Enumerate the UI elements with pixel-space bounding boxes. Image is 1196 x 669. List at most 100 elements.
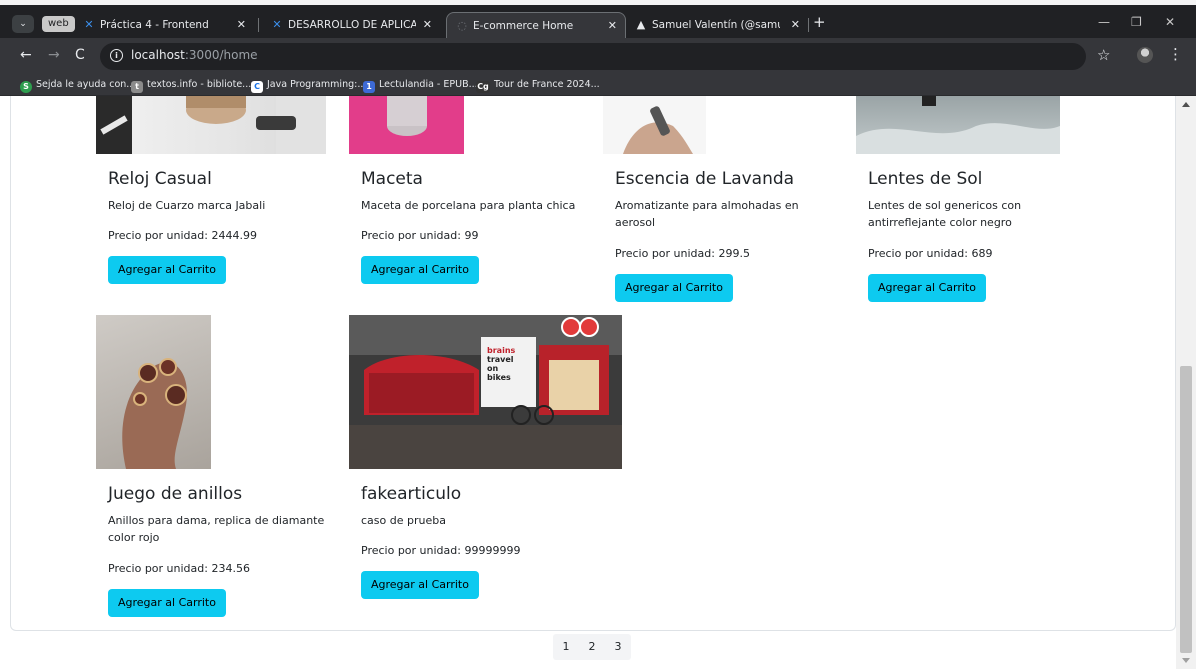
window-close-icon[interactable]: ✕ bbox=[1165, 15, 1175, 29]
product-image: brains travel on bikes bbox=[349, 315, 622, 469]
new-tab-button[interactable]: + bbox=[813, 13, 826, 31]
profile-favicon-icon: ▲ bbox=[636, 18, 646, 31]
tab-title: DESARROLLO DE APLICACIONES bbox=[288, 19, 416, 31]
product-price: Precio por unidad: 689 bbox=[868, 247, 993, 260]
page-link-2[interactable]: 2 bbox=[579, 634, 605, 660]
add-to-cart-button[interactable]: Agregar al Carrito bbox=[108, 589, 226, 617]
sejda-icon: S bbox=[20, 81, 32, 93]
forward-arrow-icon[interactable]: → bbox=[48, 47, 60, 63]
product-description: caso de prueba bbox=[361, 514, 446, 527]
java-c-icon: C bbox=[251, 81, 263, 93]
vscode-icon: ✕ bbox=[84, 18, 94, 31]
lavender-spray-image bbox=[623, 106, 693, 154]
tab-title: Samuel Valentín (@samuel_vale bbox=[652, 19, 780, 31]
add-to-cart-button[interactable]: Agregar al Carrito bbox=[361, 256, 479, 284]
address-bar[interactable]: i localhost:3000/home bbox=[100, 43, 1086, 70]
workspace-label[interactable]: web bbox=[42, 16, 75, 32]
reload-icon[interactable]: C bbox=[75, 47, 85, 63]
product-image bbox=[96, 315, 211, 469]
scrollbar-thumb[interactable] bbox=[1180, 366, 1192, 653]
bookmark-label: Sejda le ayuda con... bbox=[36, 79, 136, 90]
kebab-menu-icon[interactable]: ⋮ bbox=[1168, 45, 1183, 63]
tab-search-button[interactable]: ⌄ bbox=[12, 15, 34, 33]
product-price: Precio por unidad: 2444.99 bbox=[108, 229, 257, 242]
product-price: Precio por unidad: 299.5 bbox=[615, 247, 750, 260]
bookmark-textos[interactable]: t textos.info - bibliote... bbox=[131, 77, 251, 93]
tab-practica[interactable]: ✕ Práctica 4 - Frontend ✕ bbox=[74, 12, 254, 38]
close-icon[interactable]: ✕ bbox=[423, 12, 432, 38]
bookmark-label: Tour de France 2024... bbox=[494, 79, 600, 90]
watch-image bbox=[96, 96, 326, 154]
vertical-scrollbar[interactable] bbox=[1176, 96, 1196, 669]
minimize-icon[interactable]: — bbox=[1098, 15, 1110, 29]
bookmark-star-icon[interactable]: ☆ bbox=[1097, 46, 1110, 64]
browser-toolbar: ← → C i localhost:3000/home ☆ ⋮ bbox=[0, 38, 1196, 74]
tab-samuel-valentin[interactable]: ▲ Samuel Valentín (@samuel_vale ✕ bbox=[626, 12, 808, 38]
product-image bbox=[349, 96, 464, 154]
bookmark-tour-de-france[interactable]: Cg Tour de France 2024... bbox=[476, 77, 600, 93]
page-link-1[interactable]: 1 bbox=[553, 634, 579, 660]
pagination: 123 bbox=[553, 634, 631, 660]
add-to-cart-button[interactable]: Agregar al Carrito bbox=[868, 274, 986, 302]
url-host: localhost bbox=[131, 48, 185, 62]
product-image bbox=[96, 96, 326, 154]
tab-title: E-commerce Home bbox=[473, 20, 574, 32]
sign-text: brains bbox=[487, 346, 516, 355]
restore-icon[interactable]: ❐ bbox=[1131, 15, 1142, 29]
browser-tab-strip: ⌄ web ✕ Práctica 4 - Frontend ✕ ✕ DESARROL… bbox=[0, 0, 1196, 38]
tab-ecommerce-home[interactable]: ◌ E-commerce Home ✕ bbox=[446, 12, 626, 38]
vscode-icon: ✕ bbox=[272, 18, 282, 31]
product-description: Anillos para dama, replica de diamante c… bbox=[108, 514, 325, 544]
product-description: Reloj de Cuarzo marca Jabali bbox=[108, 199, 266, 212]
tab-separator bbox=[808, 18, 809, 32]
sign-text: travel bbox=[487, 355, 514, 364]
product-name: fakearticulo bbox=[361, 484, 462, 504]
rings-image bbox=[122, 358, 187, 469]
product-image bbox=[856, 96, 1060, 154]
product-name: Maceta bbox=[361, 169, 423, 189]
tour-de-france-icon: Cg bbox=[476, 81, 490, 93]
lectulandia-icon: 1 bbox=[363, 81, 375, 93]
product-image bbox=[603, 96, 706, 154]
page-link-3[interactable]: 3 bbox=[605, 634, 631, 660]
product-description: Aromatizante para almohadas en aerosol bbox=[615, 199, 799, 229]
flowerpot-image bbox=[387, 96, 427, 136]
bookmark-label: Java Programming:... bbox=[267, 79, 367, 90]
bookmark-java[interactable]: C Java Programming:... bbox=[251, 77, 366, 93]
product-name: Escencia de Lavanda bbox=[615, 169, 795, 189]
add-to-cart-button[interactable]: Agregar al Carrito bbox=[615, 274, 733, 302]
tab-title: Práctica 4 - Frontend bbox=[100, 19, 209, 31]
product-name: Juego de anillos bbox=[108, 484, 243, 504]
profile-avatar-icon[interactable] bbox=[1137, 47, 1153, 63]
url-path: :3000/home bbox=[184, 48, 258, 62]
product-name: Reloj Casual bbox=[108, 169, 212, 189]
add-to-cart-button[interactable]: Agregar al Carrito bbox=[108, 256, 226, 284]
product-price: Precio por unidad: 99 bbox=[361, 229, 479, 242]
close-icon[interactable]: ✕ bbox=[237, 12, 246, 38]
bookmark-label: Lectulandia - EPUB... bbox=[379, 79, 478, 90]
bike-shop-image: brains travel on bikes bbox=[349, 315, 622, 469]
globe-icon: ◌ bbox=[457, 19, 467, 32]
bookmark-sejda[interactable]: S Sejda le ayuda con... bbox=[20, 77, 135, 93]
scroll-down-arrow-icon[interactable] bbox=[1182, 658, 1190, 663]
scroll-up-arrow-icon[interactable] bbox=[1182, 102, 1190, 107]
back-arrow-icon[interactable]: ← bbox=[20, 47, 32, 63]
add-to-cart-button[interactable]: Agregar al Carrito bbox=[361, 571, 479, 599]
tab-desarrollo[interactable]: ✕ DESARROLLO DE APLICACIONES ✕ bbox=[262, 12, 440, 38]
bookmarks-bar: S Sejda le ayuda con... t textos.info - bi… bbox=[0, 74, 1196, 96]
product-price: Precio por unidad: 99999999 bbox=[361, 544, 521, 557]
tab-separator bbox=[258, 18, 259, 32]
sunglasses-image bbox=[856, 96, 1060, 154]
url-text[interactable]: localhost:3000/home bbox=[131, 48, 258, 62]
product-price: Precio por unidad: 234.56 bbox=[108, 562, 250, 575]
close-icon[interactable]: ✕ bbox=[791, 12, 800, 38]
close-icon[interactable]: ✕ bbox=[608, 13, 617, 38]
page-viewport: Reloj Casual Reloj de Cuarzo marca Jabal… bbox=[0, 96, 1176, 669]
site-info-icon[interactable]: i bbox=[110, 49, 123, 62]
bookmark-lectulandia[interactable]: 1 Lectulandia - EPUB... bbox=[363, 77, 478, 93]
bookmark-label: textos.info - bibliote... bbox=[147, 79, 252, 90]
textos-icon: t bbox=[131, 81, 143, 93]
sign-text: bikes bbox=[487, 373, 511, 382]
product-name: Lentes de Sol bbox=[868, 169, 983, 189]
sign-text: on bbox=[487, 364, 498, 373]
